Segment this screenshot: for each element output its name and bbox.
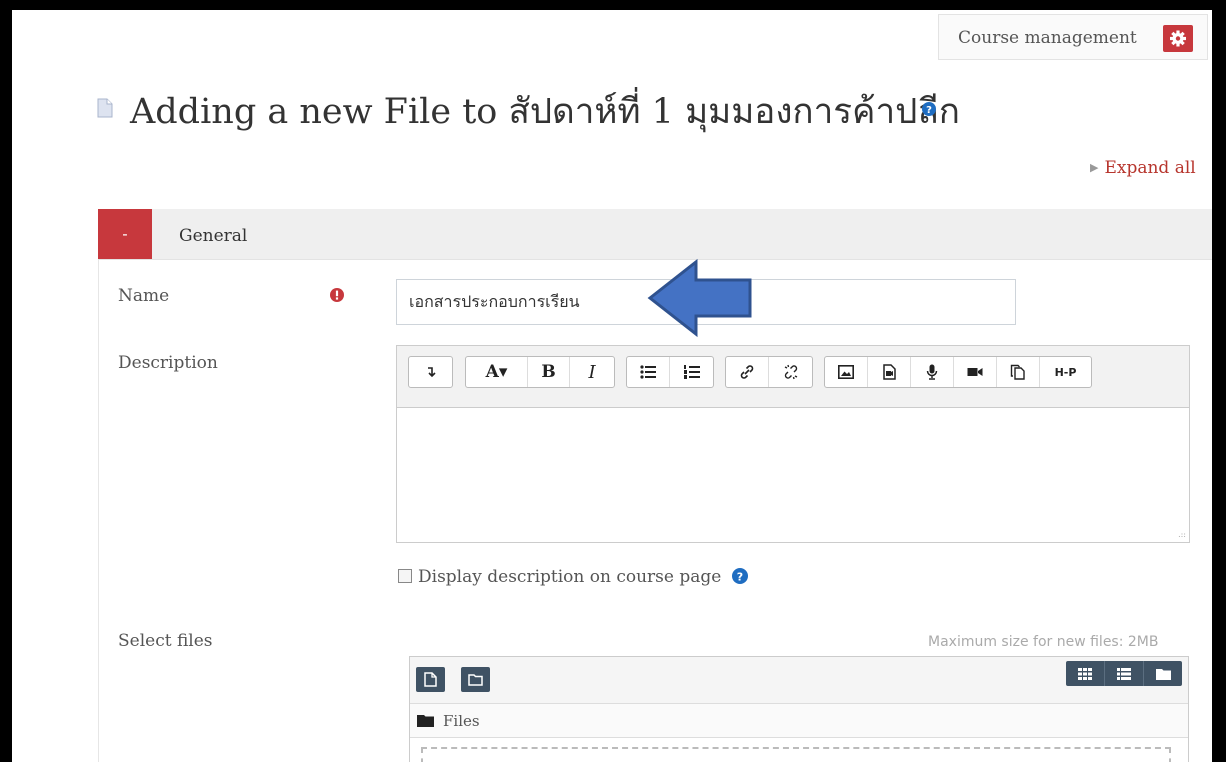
numbered-list-icon: [683, 365, 700, 379]
arrow-annotation-icon: [647, 258, 752, 338]
image-icon: [838, 365, 854, 379]
toolbar-group-collapse: [408, 356, 453, 388]
course-management-button[interactable]: [1163, 25, 1193, 52]
help-icon[interactable]: ?: [922, 102, 936, 116]
show-more-buttons[interactable]: [409, 357, 452, 387]
view-list-button[interactable]: [1105, 661, 1144, 686]
view-icons-button[interactable]: [1066, 661, 1105, 686]
resize-handle-icon[interactable]: .::: [1178, 530, 1186, 539]
page-title: Adding a new File to สัปดาห์ที่ 1 มุมมอง…: [130, 92, 960, 132]
video-camera-icon: [967, 368, 983, 376]
display-description-label: Display description on course page: [418, 567, 722, 587]
caret-right-icon: ▶: [1090, 161, 1099, 174]
link-button[interactable]: [726, 357, 769, 387]
expand-all-label: Expand all: [1104, 158, 1196, 178]
unlink-button[interactable]: [769, 357, 812, 387]
link-icon: [740, 365, 754, 379]
ordered-list-button[interactable]: [670, 357, 713, 387]
toolbar-group-lists: [626, 356, 714, 388]
view-mode-buttons: [1066, 661, 1182, 686]
files-path-label: Files: [443, 712, 480, 730]
grid-icon: [1078, 667, 1092, 680]
name-label: Name: [118, 286, 170, 306]
gear-icon: [1170, 30, 1186, 47]
file-drop-zone[interactable]: [421, 747, 1171, 762]
insert-h5p-button[interactable]: H-P: [1040, 357, 1091, 387]
view-tree-button[interactable]: [1144, 661, 1182, 686]
file-picker: Files: [409, 656, 1189, 762]
general-section-header[interactable]: - General: [98, 209, 1212, 260]
manage-files-button[interactable]: [997, 357, 1040, 387]
microphone-icon: [926, 364, 938, 380]
file-icon: [97, 98, 113, 118]
new-file-icon: [424, 672, 437, 687]
insert-media-button[interactable]: [868, 357, 911, 387]
folder-solid-icon: [1155, 668, 1171, 680]
course-management-label: Course management: [958, 28, 1137, 48]
required-icon: [330, 288, 344, 302]
description-editor[interactable]: A▾ B I H-P .::: [396, 345, 1190, 543]
collapse-toggle[interactable]: -: [98, 209, 152, 259]
unlink-icon: [784, 364, 797, 380]
collapse-icon: [427, 367, 436, 378]
description-label: Description: [118, 353, 218, 373]
folder-icon: [468, 674, 483, 686]
toolbar-group-links: [725, 356, 813, 388]
section-legend: General: [179, 226, 248, 246]
svg-text:?: ?: [926, 105, 932, 116]
max-file-size-text: Maximum size for new files: 2MB: [928, 634, 1159, 650]
editor-toolbar: A▾ B I H-P: [397, 346, 1189, 408]
help-icon[interactable]: ?: [732, 568, 749, 584]
select-files-label: Select files: [118, 631, 213, 651]
font-style-button[interactable]: A▾: [466, 357, 528, 387]
record-video-button[interactable]: [954, 357, 997, 387]
list-icon: [1117, 667, 1131, 680]
bullet-list-icon: [640, 365, 656, 379]
unordered-list-button[interactable]: [627, 357, 670, 387]
display-description-row: Display description on course page ?: [398, 567, 749, 587]
svg-text:?: ?: [737, 571, 743, 584]
toolbar-group-media: H-P: [824, 356, 1092, 388]
record-audio-button[interactable]: [911, 357, 954, 387]
page: Course management Adding a new File to ส…: [12, 10, 1212, 762]
expand-all-link[interactable]: ▶ Expand all: [1090, 158, 1196, 178]
bold-button[interactable]: B: [528, 357, 570, 387]
create-folder-button[interactable]: [461, 667, 490, 692]
file-picker-path: Files: [410, 703, 1188, 738]
italic-button[interactable]: I: [570, 357, 614, 387]
insert-image-button[interactable]: [825, 357, 868, 387]
display-description-checkbox[interactable]: [398, 569, 412, 583]
copy-files-icon: [1010, 364, 1025, 380]
file-picker-toolbar: [410, 657, 1188, 703]
folder-solid-icon: [417, 715, 434, 727]
add-file-button[interactable]: [416, 667, 445, 692]
course-management-menu[interactable]: Course management: [938, 14, 1208, 60]
toolbar-group-style: A▾ B I: [465, 356, 615, 388]
media-file-icon: [882, 364, 896, 380]
